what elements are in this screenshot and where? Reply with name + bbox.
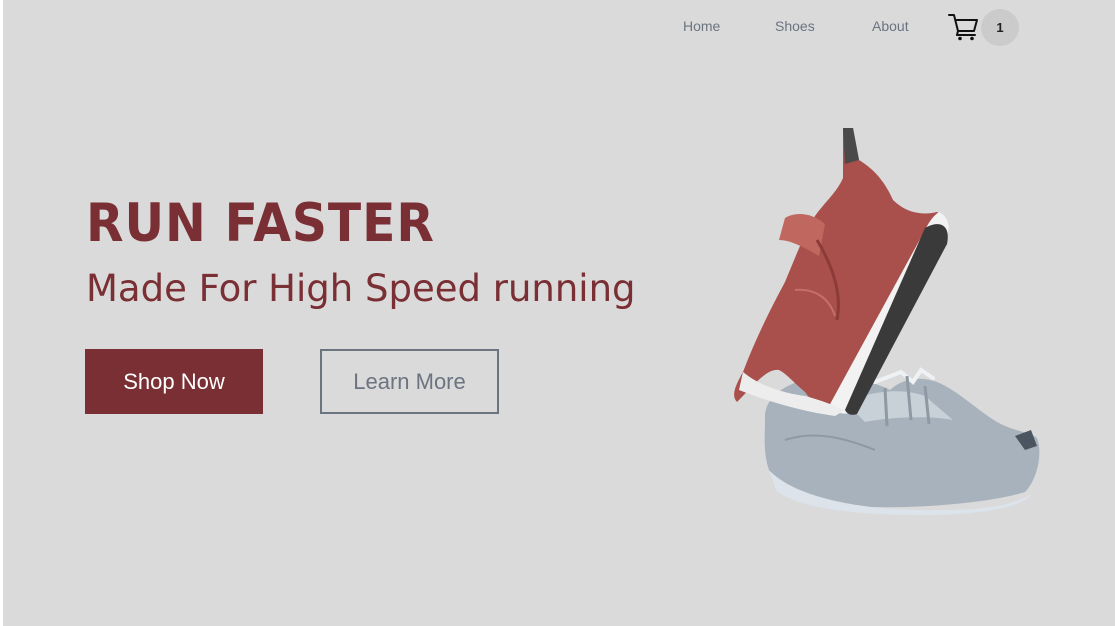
page-left-edge (0, 0, 3, 626)
landing-page: Home Shoes About 1 RUN FASTER Made For H… (0, 0, 1115, 626)
nav-link-shoes[interactable]: Shoes (775, 18, 815, 34)
shop-now-button[interactable]: Shop Now (85, 349, 263, 414)
learn-more-button[interactable]: Learn More (320, 349, 499, 414)
nav-link-about[interactable]: About (872, 18, 909, 34)
nav-link-home[interactable]: Home (683, 18, 720, 34)
shopping-cart-icon[interactable] (947, 11, 981, 43)
hero-subtitle: Made For High Speed running (86, 267, 636, 310)
red-sneaker-image (734, 128, 949, 416)
cart-count-badge[interactable]: 1 (981, 9, 1019, 46)
hero-title: RUN FASTER (86, 193, 435, 254)
top-navigation: Home Shoes About 1 (0, 0, 1115, 56)
sneakers-product-image (725, 120, 1045, 520)
